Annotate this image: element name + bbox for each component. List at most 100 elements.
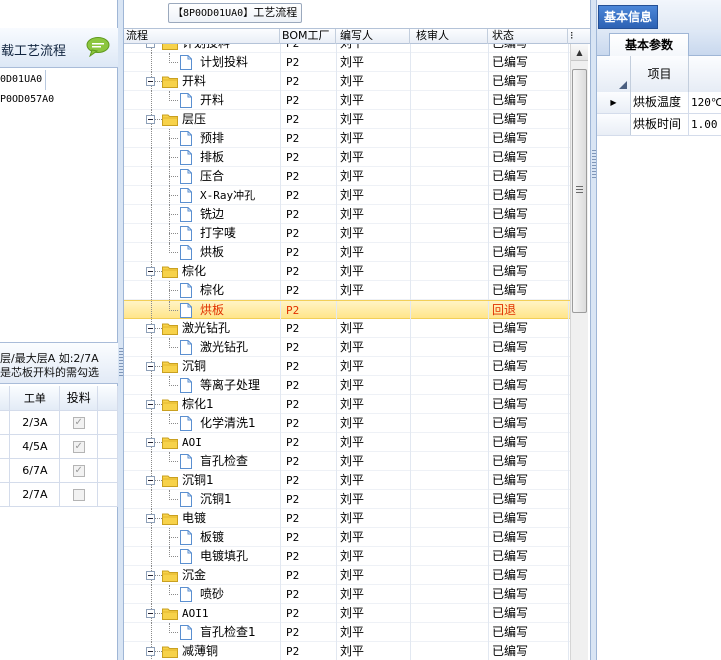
grid-divider	[410, 338, 411, 357]
right-splitter[interactable]	[590, 0, 597, 660]
tree-step-row[interactable]: 等离子处理 P2 刘平 已编写	[124, 376, 570, 395]
select-all-corner-icon[interactable]	[597, 56, 631, 92]
feed-checkbox[interactable]	[72, 488, 85, 501]
grid-divider	[280, 338, 281, 357]
grid-divider	[336, 243, 337, 262]
table-row[interactable]: 2/7A	[0, 482, 118, 507]
tree-step-label: 压合	[200, 169, 225, 183]
grid-divider	[336, 509, 337, 528]
collapse-toggle-icon[interactable]	[146, 514, 155, 523]
table-row[interactable]: 6/7A ✓	[0, 458, 118, 483]
collapse-toggle-icon[interactable]	[146, 324, 155, 333]
scroll-up-button[interactable]: ▲	[571, 44, 588, 61]
process-flow-tab[interactable]: 【8P0OD01UA0】工艺流程	[168, 3, 303, 23]
row-selector	[597, 114, 631, 135]
table-row[interactable]: 4/5A ✓	[0, 434, 118, 459]
tree-step-row[interactable]: 喷砂 P2 刘平 已编写	[124, 585, 570, 604]
tree-step-row[interactable]: 预排 P2 刘平 已编写	[124, 129, 570, 148]
tree-group-row[interactable]: 沉铜1 P2 刘平 已编写	[124, 471, 570, 490]
tree-group-row[interactable]: 棕化 P2 刘平 已编写	[124, 262, 570, 281]
status-column-header[interactable]: 状态	[488, 29, 568, 44]
tree-step-row[interactable]: 激光钻孔 P2 刘平 已编写	[124, 338, 570, 357]
tab-basic-params[interactable]: 基本参数	[609, 33, 689, 56]
grid-divider	[488, 262, 489, 281]
param-value[interactable]: 120℃	[691, 92, 721, 113]
bom-column-header[interactable]: BOM工厂	[280, 29, 336, 44]
tree-group-row[interactable]: 沉金 P2 刘平 已编写	[124, 566, 570, 585]
tree-step-row[interactable]: 打字唛 P2 刘平 已编写	[124, 224, 570, 243]
collapse-toggle-icon[interactable]	[146, 362, 155, 371]
tree-step-label: 棕化	[200, 283, 225, 297]
tree-step-row[interactable]: 压合 P2 刘平 已编写	[124, 167, 570, 186]
tree-group-row[interactable]: 开料 P2 刘平 已编写	[124, 72, 570, 91]
scroll-thumb[interactable]	[572, 69, 587, 313]
vertical-scrollbar[interactable]: ▲	[570, 44, 588, 660]
tree-group-row[interactable]: 计划投料 P2 刘平 已编写	[124, 44, 570, 53]
tree-cell: 铣边	[124, 205, 280, 224]
feed-checkbox[interactable]: ✓	[72, 440, 85, 453]
basic-info-title[interactable]: 基本信息	[598, 5, 659, 29]
feed-column-header[interactable]: 投料	[59, 386, 99, 411]
collapse-toggle-icon[interactable]	[146, 647, 155, 656]
item-column-header[interactable]: 项目	[631, 56, 689, 92]
tree-step-row[interactable]: 化学清洗1 P2 刘平 已编写	[124, 414, 570, 433]
author-cell: 刘平	[340, 473, 365, 487]
tree-group-row[interactable]: 棕化1 P2 刘平 已编写	[124, 395, 570, 414]
tree-group-row[interactable]: 电镀 P2 刘平 已编写	[124, 509, 570, 528]
tree-step-row[interactable]: 烘板 P2 回退	[124, 300, 570, 320]
filler-column-header	[97, 386, 118, 411]
tree-step-row[interactable]: 计划投料 P2 刘平 已编写	[124, 53, 570, 72]
feed-checkbox[interactable]: ✓	[72, 416, 85, 429]
author-cell: 刘平	[340, 397, 365, 411]
author-cell: 刘平	[340, 644, 365, 658]
tree-step-row[interactable]: 烘板 P2 刘平 已编写	[124, 243, 570, 262]
bom-cell: P2	[286, 607, 300, 620]
collapse-toggle-icon[interactable]	[146, 44, 155, 48]
more-columns-indicator[interactable]: ⁝	[568, 29, 578, 44]
value-column-header[interactable]	[689, 56, 721, 92]
collapse-toggle-icon[interactable]	[146, 267, 155, 276]
tree-group-row[interactable]: 沉铜 P2 刘平 已编写	[124, 357, 570, 376]
splitter-grip-icon[interactable]	[119, 348, 123, 376]
tree-step-row[interactable]: X-Ray冲孔 P2 刘平 已编写	[124, 186, 570, 205]
tree-step-row[interactable]: 排板 P2 刘平 已编写	[124, 148, 570, 167]
collapse-toggle-icon[interactable]	[146, 115, 155, 124]
chat-bubble-icon[interactable]	[86, 37, 110, 57]
collapse-toggle-icon[interactable]	[146, 476, 155, 485]
tree-group-row[interactable]: AOI1 P2 刘平 已编写	[124, 604, 570, 623]
tree-step-row[interactable]: 盲孔检查1 P2 刘平 已编写	[124, 623, 570, 642]
splitter-grip-icon[interactable]	[592, 150, 596, 178]
tree-group-row[interactable]: 层压 P2 刘平 已编写	[124, 110, 570, 129]
tree-step-row[interactable]: 板镀 P2 刘平 已编写	[124, 528, 570, 547]
flow-column-header[interactable]: 流程	[124, 29, 280, 44]
param-row[interactable]: ▶ 烘板温度 120℃	[597, 92, 721, 114]
tree-step-row[interactable]: 铣边 P2 刘平 已编写	[124, 205, 570, 224]
tree-group-row[interactable]: 激光钻孔 P2 刘平 已编写	[124, 319, 570, 338]
feed-checkbox[interactable]: ✓	[72, 464, 85, 477]
tree-group-row[interactable]: 减薄铜 P2 刘平 已编写	[124, 642, 570, 660]
order-code-row[interactable]: 0D01UA0	[0, 70, 118, 90]
tree-step-row[interactable]: 盲孔检查 P2 刘平 已编写	[124, 452, 570, 471]
job-column-header[interactable]: 工单	[9, 386, 61, 411]
tree-step-row[interactable]: 沉铜1 P2 刘平 已编写	[124, 490, 570, 509]
grid-divider	[280, 148, 281, 167]
collapse-toggle-icon[interactable]	[146, 400, 155, 409]
param-value[interactable]: 1.00	[691, 114, 718, 135]
collapse-toggle-icon[interactable]	[146, 609, 155, 618]
collapse-toggle-icon[interactable]	[146, 77, 155, 86]
tree-cell: 减薄铜	[124, 642, 280, 660]
tree-group-row[interactable]: AOI P2 刘平 已编写	[124, 433, 570, 452]
tree-step-row[interactable]: 开料 P2 刘平 已编写	[124, 91, 570, 110]
collapse-toggle-icon[interactable]	[146, 438, 155, 447]
grid-divider	[488, 205, 489, 224]
tree-step-label: 开料	[200, 93, 225, 107]
reviewer-column-header[interactable]: 核审人	[410, 29, 488, 44]
param-row[interactable]: 烘板时间 1.00	[597, 114, 721, 136]
grid-divider	[488, 433, 489, 452]
order-code-row[interactable]: P0OD057A0	[0, 90, 118, 110]
collapse-toggle-icon[interactable]	[146, 571, 155, 580]
tree-step-row[interactable]: 棕化 P2 刘平 已编写	[124, 281, 570, 300]
author-column-header[interactable]: 编写人	[336, 29, 410, 44]
table-row[interactable]: 2/3A ✓	[0, 410, 118, 435]
tree-step-row[interactable]: 电镀填孔 P2 刘平 已编写	[124, 547, 570, 566]
